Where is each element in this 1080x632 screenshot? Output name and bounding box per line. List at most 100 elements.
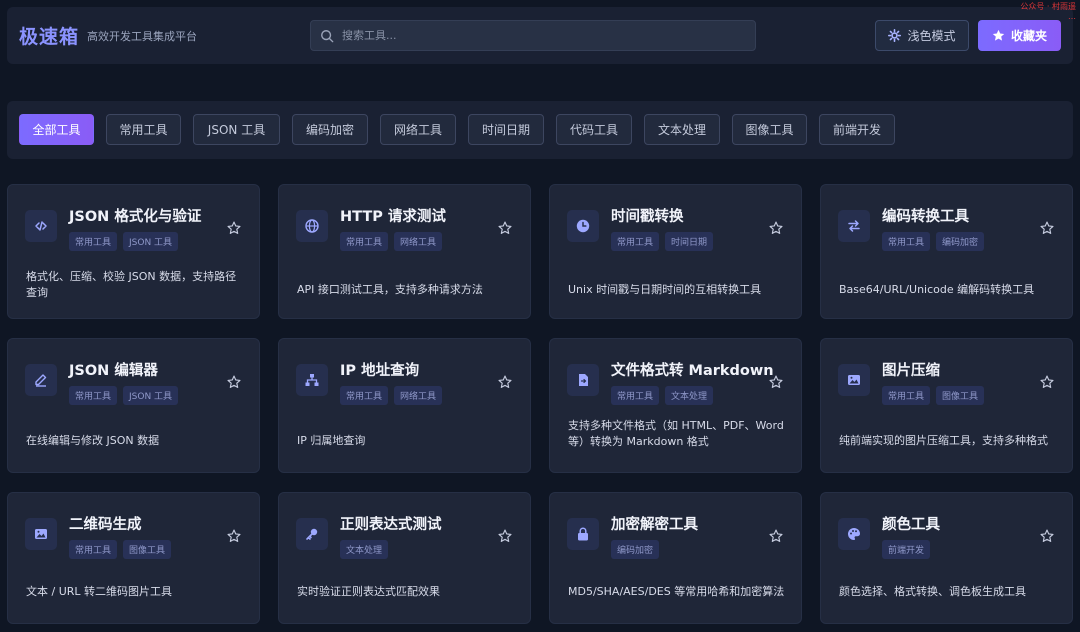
lock-icon [567,518,599,550]
swap-icon [838,210,870,242]
tag-badge: 常用工具 [69,386,118,405]
image-icon [25,518,57,550]
tag-badge: 常用工具 [69,232,118,251]
tag-badge: JSON 工具 [123,386,179,405]
tool-tags: 常用工具 JSON 工具 [69,386,179,405]
search-input[interactable] [342,29,722,42]
theme-toggle-button[interactable]: 浅色模式 [875,20,969,51]
tool-card[interactable]: JSON 编辑器 常用工具 JSON 工具在线编辑与修改 JSON 数据 [7,338,260,473]
favorites-button[interactable]: 收藏夹 [978,20,1061,51]
tool-description: API 接口测试工具，支持多种请求方法 [297,283,483,296]
tag-badge: 网络工具 [394,386,443,405]
category-tab-all[interactable]: 全部工具 [19,114,94,145]
favorites-label: 收藏夹 [1010,29,1047,43]
top-header: 极速箱 高效开发工具集成平台 浅色模式 收藏夹 [7,7,1073,64]
tool-description: 格式化、压缩、校验 JSON 数据，支持路径查询 [26,270,237,299]
tool-tags: 常用工具 文本处理 [611,386,714,405]
tool-card[interactable]: 加密解密工具 编码加密 MD5/SHA/AES/DES 等常用哈希和加密算法 [549,492,802,624]
image-icon [838,364,870,396]
tool-title: HTTP 请求测试 [340,209,446,225]
tool-card[interactable]: 编码转换工具 常用工具 编码加密 Base64/URL/Unicode 编解码转换工具 [820,184,1073,319]
network-icon [296,364,328,396]
favorite-star-icon[interactable] [1040,220,1054,234]
category-tab-frontend[interactable]: 前端开发 [819,114,895,145]
watermark: 公众号 · 村雨遥 … [1020,2,1076,21]
theme-toggle-label: 浅色模式 [907,29,956,43]
tool-description: Unix 时间戳与日期时间的互相转换工具 [568,283,762,296]
tool-description: 实时验证正则表达式匹配效果 [297,585,440,598]
tag-badge: 文本处理 [340,540,389,559]
favorite-star-icon[interactable] [227,374,241,388]
favorite-star-icon[interactable] [769,528,783,542]
tag-badge: 编码加密 [936,232,985,251]
tool-tags: 常用工具 网络工具 [340,232,443,251]
tool-title: IP 地址查询 [340,363,420,379]
favorite-star-icon[interactable] [498,220,512,234]
category-tab-text[interactable]: 文本处理 [644,114,720,145]
tool-card[interactable]: 颜色工具前端开发颜色选择、格式转换、调色板生成工具 [820,492,1073,624]
gear-icon [888,29,902,42]
tool-tags: 常用工具 图像工具 [882,386,985,405]
code-icon [25,210,57,242]
tool-title: 正则表达式测试 [340,517,442,533]
tag-badge: 常用工具 [340,232,389,251]
tool-card[interactable]: 二维码生成 常用工具 图像工具 文本 / URL 转二维码图片工具 [7,492,260,624]
tool-tags: 编码加密 [611,540,660,559]
favorite-star-icon[interactable] [769,374,783,388]
tool-description: 文本 / URL 转二维码图片工具 [26,585,173,598]
category-tab-json[interactable]: JSON 工具 [193,114,280,145]
tool-card[interactable]: 文件格式转 Markdown 常用工具 文本处理支持多种文件格式（如 HTML、PD… [549,338,802,473]
file-convert-icon [567,364,599,396]
search-icon [321,29,334,42]
favorite-star-icon[interactable] [1040,374,1054,388]
tool-tags: 常用工具 图像工具 [69,540,172,559]
tool-title: 颜色工具 [882,517,940,533]
tool-card[interactable]: IP 地址查询 常用工具 网络工具 IP 归属地查询 [278,338,531,473]
category-tab-common[interactable]: 常用工具 [106,114,181,145]
tool-tags: 文本处理 [340,540,389,559]
favorite-star-icon[interactable] [498,528,512,542]
tag-badge: JSON 工具 [123,232,179,251]
tool-title: 加密解密工具 [611,517,698,533]
tool-card[interactable]: 时间戳转换常用工具 时间日期 Unix 时间戳与日期时间的互相转换工具 [549,184,802,319]
favorite-star-icon[interactable] [498,374,512,388]
tool-title: 时间戳转换 [611,209,684,225]
tool-tags: 常用工具 编码加密 [882,232,985,251]
search-box[interactable] [310,20,756,51]
tag-badge: 常用工具 [882,232,931,251]
tool-card[interactable]: 正则表达式测试 文本处理实时验证正则表达式匹配效果 [278,492,531,624]
brand-logo[interactable]: 极速箱 [19,22,79,49]
tool-card[interactable]: 图片压缩 常用工具 图像工具 纯前端实现的图片压缩工具，支持多种格式 [820,338,1073,473]
tag-badge: 图像工具 [936,386,985,405]
tool-description: 颜色选择、格式转换、调色板生成工具 [839,585,1026,598]
favorite-star-icon[interactable] [227,528,241,542]
tool-tags: 前端开发 [882,540,931,559]
tool-description: 在线编辑与修改 JSON 数据 [26,434,160,447]
tool-description: Base64/URL/Unicode 编解码转换工具 [839,283,1035,296]
tool-description: 支持多种文件格式（如 HTML、PDF、Word 等）转换为 Markdown … [568,419,784,448]
brand-tagline: 高效开发工具集成平台 [87,29,198,43]
category-tab-image[interactable]: 图像工具 [732,114,807,145]
tool-description: MD5/SHA/AES/DES 等常用哈希和加密算法 [568,585,785,598]
tool-title: JSON 编辑器 [69,363,158,379]
tool-title: 文件格式转 Markdown [611,363,774,379]
favorite-star-icon[interactable] [227,220,241,234]
tag-badge: 图像工具 [123,540,172,559]
tool-card[interactable]: JSON 格式化与验证 常用工具 JSON 工具 格式化、压缩、校验 JSON 数据，… [7,184,260,319]
favorite-star-icon[interactable] [769,220,783,234]
tag-badge: 常用工具 [340,386,389,405]
star-icon [992,29,1005,41]
favorite-star-icon[interactable] [1040,528,1054,542]
category-tab-code[interactable]: 代码工具 [556,114,632,145]
category-bar: 全部工具 常用工具 JSON 工具 编码加密 网络工具 时间日期 代码工具 文本… [7,101,1073,159]
category-tab-encoding[interactable]: 编码加密 [292,114,368,145]
tag-badge: 网络工具 [394,232,443,251]
tool-description: IP 归属地查询 [297,434,366,447]
clock-icon [567,210,599,242]
tag-badge: 常用工具 [611,232,660,251]
tool-card[interactable]: HTTP 请求测试 常用工具 网络工具 API 接口测试工具，支持多种请求方法 [278,184,531,319]
category-tab-network[interactable]: 网络工具 [380,114,456,145]
category-tab-datetime[interactable]: 时间日期 [468,114,544,145]
tool-tags: 常用工具 时间日期 [611,232,714,251]
tag-badge: 常用工具 [611,386,660,405]
